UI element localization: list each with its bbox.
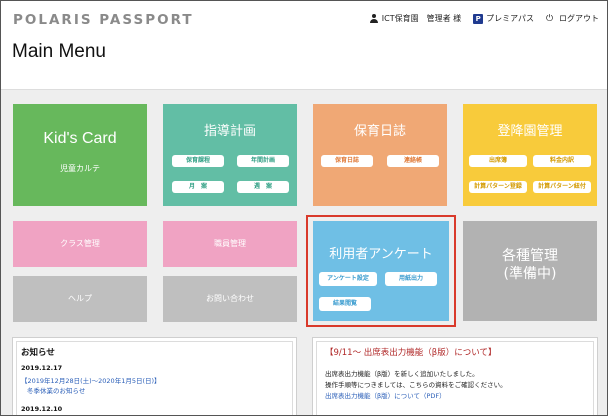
shussekibo-button[interactable]: 出席簿: [469, 155, 527, 167]
hoiku-nisshi-button[interactable]: 保育日誌: [321, 155, 373, 167]
news-date: 2019.12.17: [21, 364, 63, 372]
news-panel: お知らせ 2019.12.17 【2019年12月28日(土)〜2020年1月5…: [12, 337, 297, 415]
help-title: ヘルプ: [68, 294, 92, 303]
nenkan-keikaku-button[interactable]: 年間計画: [237, 155, 289, 167]
kakushu-title-line2: (準備中): [503, 266, 557, 282]
app-window: POLARIS PASSPORT ICT保育園 管理者 様 P プレミアパス ⏻…: [0, 0, 608, 416]
kakushu-title-line1: 各種管理: [502, 248, 558, 264]
tile-help[interactable]: ヘルプ: [13, 276, 147, 322]
notice-text: 操作手順等につきましては、こちらの資料をご確認ください。: [325, 381, 507, 389]
news-title: お知らせ: [21, 348, 55, 358]
tile-shido-keikaku[interactable]: 指導計画 保育課程 年間計画 月 案 週 案: [163, 104, 297, 206]
news-link[interactable]: 冬季休業のお知らせ: [27, 385, 85, 395]
tile-tokoen-kanri[interactable]: 登降園管理 出席簿 料金内訳 計算パターン登録 計算パターン紐付: [463, 104, 597, 206]
premium-link[interactable]: プレミアパス: [486, 13, 534, 24]
notice-text: 出席表出力機能（β版）を新しく追加いたしました。: [325, 370, 479, 378]
hoiku-title: 保育日誌: [353, 124, 406, 139]
logout-icon[interactable]: ⏻: [546, 14, 556, 24]
tile-kakushu-kanri[interactable]: 各種管理 (準備中): [463, 221, 597, 321]
notice-title: 【9/11〜 出席表出力機能（β版）について】: [325, 348, 497, 358]
keisan-pattern-himozuke-button[interactable]: 計算パターン紐付: [533, 181, 591, 193]
logout-link[interactable]: ログアウト: [559, 13, 599, 24]
tile-contact[interactable]: お問い合わせ: [163, 276, 297, 322]
header-links: ICT保育園 管理者 様 P プレミアパス ⏻ ログアウト: [369, 13, 599, 24]
page-title: Main Menu: [12, 41, 106, 62]
shido-title: 指導計画: [203, 124, 256, 139]
app-logo: POLARIS PASSPORT: [13, 12, 194, 28]
tile-shokuin-kanri[interactable]: 職員管理: [163, 221, 297, 267]
tile-kids-card[interactable]: Kid's Card 児童カルテ: [13, 104, 147, 206]
notice-panel: 【9/11〜 出席表出力機能（β版）について】 出席表出力機能（β版）を新しく追…: [312, 337, 598, 415]
notice-pdf-link[interactable]: 出席表出力機能（β版）について（PDF）: [325, 390, 446, 400]
premium-icon: P: [473, 13, 484, 24]
class-title: クラス管理: [60, 239, 100, 248]
news-date: 2019.12.10: [21, 405, 63, 413]
hoiku-katei-button[interactable]: 保育課程: [172, 155, 224, 167]
staff-title: 職員管理: [214, 239, 246, 248]
contact-title: お問い合わせ: [206, 294, 254, 303]
shuan-button[interactable]: 週 案: [237, 181, 289, 193]
getsuan-button[interactable]: 月 案: [172, 181, 224, 193]
tile-hoiku-nisshi[interactable]: 保育日誌 保育日誌 連絡帳: [313, 104, 447, 206]
user-label: ICT保育園 管理者 様: [381, 14, 462, 23]
tokoen-title: 登降園管理: [497, 124, 563, 139]
kids-card-subtitle: 児童カルテ: [60, 164, 100, 173]
user-icon: [369, 13, 379, 24]
kids-card-title: Kid's Card: [43, 130, 117, 147]
ryokin-uchiwake-button[interactable]: 料金内訳: [533, 155, 591, 167]
tile-class-kanri[interactable]: クラス管理: [13, 221, 147, 267]
renrakucho-button[interactable]: 連絡帳: [387, 155, 439, 167]
keisan-pattern-toroku-button[interactable]: 計算パターン登録: [469, 181, 527, 193]
news-link[interactable]: 【2019年12月28日(土)〜2020年1月5日(日)】: [21, 375, 161, 385]
survey-highlight-box: [306, 215, 456, 327]
